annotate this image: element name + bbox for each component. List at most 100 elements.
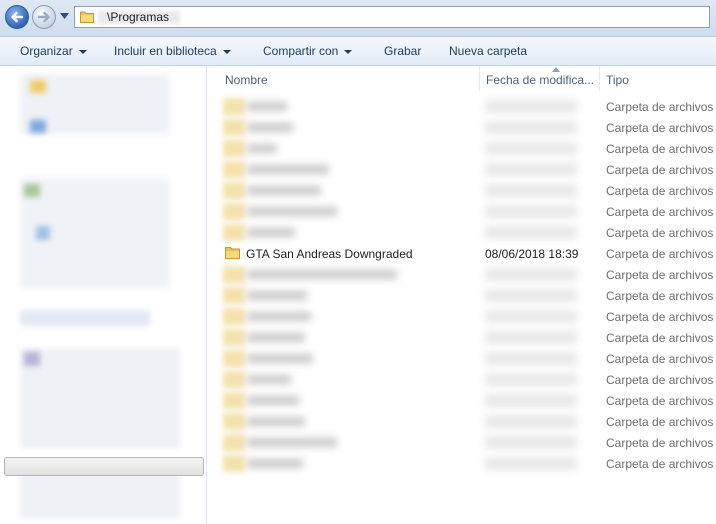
folder-icon: [223, 287, 245, 304]
folder-icon: [223, 161, 245, 178]
back-button[interactable]: [5, 5, 29, 29]
chevron-down-icon: [222, 49, 231, 54]
folder-icon: [225, 247, 240, 259]
folder-icon: [223, 413, 245, 430]
redacted-file-name: [247, 396, 299, 405]
redacted-file-date: [485, 352, 577, 365]
organize-label: Organizar: [20, 44, 73, 58]
new-folder-button[interactable]: Nueva carpeta: [449, 44, 527, 58]
file-type: Carpeta de archivos: [606, 268, 714, 282]
folder-row[interactable]: Carpeta de archivos: [207, 348, 716, 369]
file-type: Carpeta de archivos: [606, 394, 714, 408]
folder-icon: [223, 308, 245, 325]
file-type: Carpeta de archivos: [606, 184, 714, 198]
file-type: Carpeta de archivos: [606, 373, 714, 387]
redacted-file-date: [485, 394, 577, 407]
folder-row[interactable]: Carpeta de archivos: [207, 411, 716, 432]
nav-pane-scrollbar[interactable]: [4, 457, 204, 476]
history-dropdown-icon[interactable]: [60, 13, 69, 19]
blurred-icon: [24, 352, 40, 366]
column-type-header[interactable]: Tipo: [606, 73, 629, 87]
folder-icon: [223, 371, 245, 388]
folder-icon: [223, 266, 245, 283]
blurred-computer: [20, 348, 180, 448]
redacted-file-name: [247, 270, 397, 279]
redacted-file-date: [485, 163, 577, 176]
folder-row[interactable]: Carpeta de archivos: [207, 285, 716, 306]
column-date-header[interactable]: Fecha de modifica...: [486, 73, 594, 87]
redacted-file-date: [485, 289, 577, 302]
blurred-icon: [36, 226, 50, 240]
folder-row[interactable]: Carpeta de archivos: [207, 453, 716, 474]
redacted-file-name: [247, 291, 307, 300]
folder-row[interactable]: Carpeta de archivos: [207, 117, 716, 138]
share-with-button[interactable]: Compartir con: [263, 44, 353, 58]
chevron-down-icon: [344, 49, 353, 54]
organize-button[interactable]: Organizar: [20, 44, 87, 58]
burn-button[interactable]: Grabar: [384, 44, 421, 58]
folder-row[interactable]: Carpeta de archivos: [207, 96, 716, 117]
folder-row[interactable]: Carpeta de archivos: [207, 180, 716, 201]
sort-ascending-icon: [552, 67, 560, 72]
file-type: Carpeta de archivos: [606, 142, 714, 156]
file-date: 08/06/2018 18:39: [485, 247, 579, 261]
redacted-file-name: [247, 228, 295, 237]
column-divider[interactable]: [479, 66, 480, 91]
redacted-file-date: [485, 268, 577, 281]
redacted-file-date: [485, 415, 577, 428]
folder-icon: [223, 203, 245, 220]
file-type: Carpeta de archivos: [606, 226, 714, 240]
redacted-file-name: [247, 333, 305, 342]
redacted-file-date: [485, 436, 577, 449]
folder-row-gta-san-andreas[interactable]: GTA San Andreas Downgraded 08/06/2018 18:…: [207, 243, 716, 264]
back-arrow-icon: [11, 11, 24, 23]
redacted-file-date: [485, 226, 577, 239]
folder-icon: [223, 182, 245, 199]
folder-icon: [223, 98, 245, 115]
folder-icon: [223, 455, 245, 472]
folder-icon: [80, 11, 94, 23]
folder-row[interactable]: Carpeta de archivos: [207, 369, 716, 390]
blurred-icon: [24, 184, 40, 197]
folder-icon: [223, 140, 245, 157]
redacted-file-date: [485, 373, 577, 386]
navigation-pane: [0, 66, 207, 524]
redacted-file-name: [247, 186, 321, 195]
new-folder-label: Nueva carpeta: [449, 44, 528, 58]
folder-row[interactable]: Carpeta de archivos: [207, 390, 716, 411]
folder-row[interactable]: Carpeta de archivos: [207, 159, 716, 180]
folder-row[interactable]: Carpeta de archivos: [207, 327, 716, 348]
blurred-homegroup: [20, 310, 150, 326]
redacted-file-date: [485, 142, 577, 155]
redacted-file-name: [247, 312, 311, 321]
file-type: Carpeta de archivos: [606, 163, 714, 177]
forward-arrow-icon: [37, 11, 50, 23]
folder-row[interactable]: Carpeta de archivos: [207, 222, 716, 243]
file-type: Carpeta de archivos: [606, 436, 714, 450]
folder-row[interactable]: Carpeta de archivos: [207, 264, 716, 285]
address-path: \Programas: [107, 10, 170, 24]
folder-row[interactable]: Carpeta de archivos: [207, 306, 716, 327]
column-name-header[interactable]: Nombre: [225, 73, 268, 87]
blurred-icon: [30, 120, 46, 133]
file-type: Carpeta de archivos: [606, 247, 714, 261]
forward-button[interactable]: [32, 5, 56, 29]
folder-row[interactable]: Carpeta de archivos: [207, 201, 716, 222]
redacted-file-date: [485, 184, 577, 197]
file-name: GTA San Andreas Downgraded: [246, 247, 413, 261]
redacted-file-name: [247, 375, 291, 384]
file-type: Carpeta de archivos: [606, 331, 714, 345]
file-type: Carpeta de archivos: [606, 100, 714, 114]
folder-row[interactable]: Carpeta de archivos: [207, 432, 716, 453]
file-type: Carpeta de archivos: [606, 289, 714, 303]
folder-row[interactable]: Carpeta de archivos: [207, 138, 716, 159]
include-library-label: Incluir en biblioteca: [114, 44, 217, 58]
include-library-button[interactable]: Incluir en biblioteca: [114, 44, 231, 58]
column-divider[interactable]: [599, 66, 600, 91]
folder-icon: [223, 350, 245, 367]
address-field[interactable]: \Programas: [74, 6, 710, 28]
redacted-file-name: [247, 354, 313, 363]
file-type: Carpeta de archivos: [606, 457, 714, 471]
share-with-label: Compartir con: [263, 44, 339, 58]
file-type: Carpeta de archivos: [606, 121, 714, 135]
